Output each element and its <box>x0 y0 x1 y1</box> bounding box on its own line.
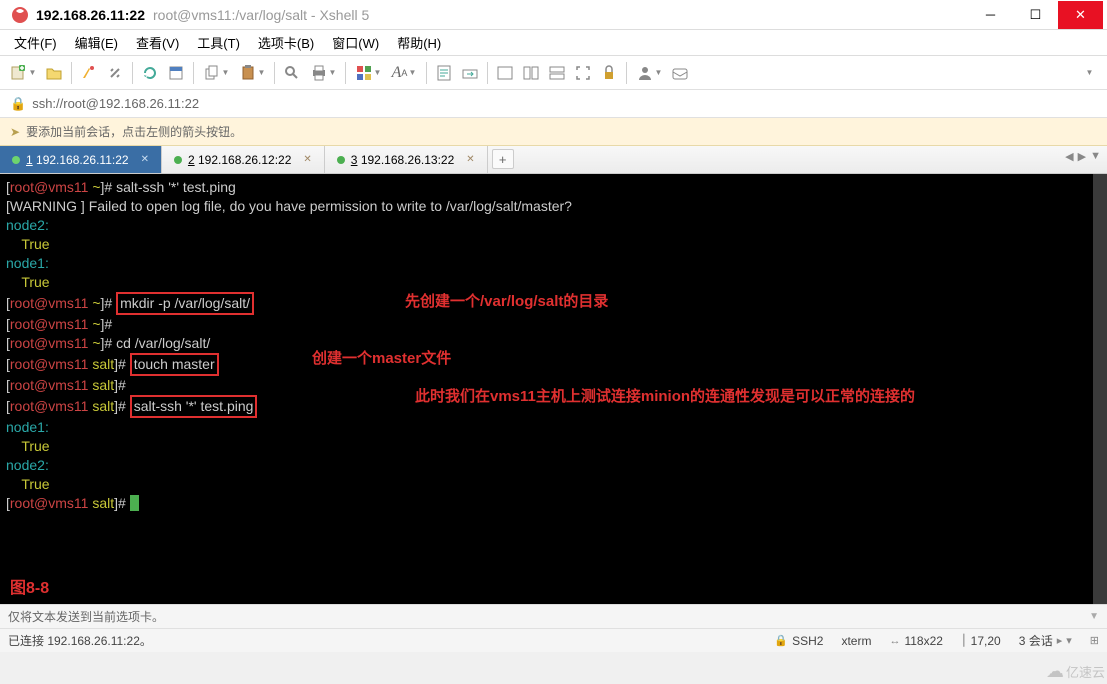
fullscreen-button[interactable] <box>571 61 595 85</box>
properties-button[interactable] <box>164 61 188 85</box>
open-button[interactable] <box>42 61 66 85</box>
status-sessions: 3 会话 ▸▾ <box>1019 632 1072 649</box>
window-controls: ─ ☐ ✕ <box>968 1 1103 29</box>
menu-view[interactable]: 查看(V) <box>128 31 187 54</box>
font-button[interactable]: AA▼ <box>387 61 421 85</box>
address-url[interactable]: ssh://root@192.168.26.11:22 <box>32 96 199 111</box>
user-button[interactable]: ▼ <box>632 61 666 85</box>
menu-tools[interactable]: 工具(T) <box>189 31 248 54</box>
menu-help[interactable]: 帮助(H) <box>389 31 449 54</box>
cursor-icon: ⎮ <box>961 634 967 647</box>
copy-button[interactable]: ▼ <box>199 61 233 85</box>
lock-button[interactable] <box>597 61 621 85</box>
new-session-button[interactable]: ▼ <box>6 61 40 85</box>
close-button[interactable]: ✕ <box>1058 1 1103 29</box>
status-cursor: ⎮17,20 <box>961 634 1001 648</box>
menu-tabs[interactable]: 选项卡(B) <box>250 31 322 54</box>
menu-window[interactable]: 窗口(W) <box>324 31 387 54</box>
annotation-1: 先创建一个/var/log/salt的目录 <box>405 292 608 311</box>
figure-label: 图8-8 <box>10 579 49 598</box>
arrow-right-icon[interactable]: ➤ <box>10 125 20 139</box>
transfer-button[interactable] <box>458 61 482 85</box>
send-target-label: 仅将文本发送到当前选项卡。 <box>8 608 164 625</box>
toolbar-overflow[interactable]: ▼ <box>1077 61 1101 85</box>
menu-edit[interactable]: 编辑(E) <box>67 31 126 54</box>
maximize-button[interactable]: ☐ <box>1013 1 1058 29</box>
new-tab-button[interactable]: + <box>492 149 514 169</box>
status-protocol: 🔒SSH2 <box>774 634 823 648</box>
cursor <box>130 495 139 511</box>
tab-session-1[interactable]: 1 192.168.26.11:22 ✕ <box>0 146 162 173</box>
close-icon[interactable]: ✕ <box>466 154 474 165</box>
menu-file[interactable]: 文件(F) <box>6 31 65 54</box>
connect-button[interactable] <box>77 61 101 85</box>
status-dot-icon <box>12 156 20 164</box>
window-title-ip: 192.168.26.11:22 <box>36 7 145 23</box>
status-bar: 已连接 192.168.26.11:22。 🔒SSH2 xterm ↔118x2… <box>0 628 1107 652</box>
status-size: ↔118x22 <box>889 634 942 648</box>
disconnect-button[interactable] <box>103 61 127 85</box>
color-button[interactable]: ▼ <box>351 61 385 85</box>
address-bar: 🔒 ssh://root@192.168.26.11:22 <box>0 90 1107 118</box>
tab-next-icon[interactable]: ▶ <box>1078 150 1086 163</box>
connection-status: 已连接 192.168.26.11:22。 <box>8 632 152 649</box>
tab-nav: ◀ ▶ ▼ <box>1065 150 1101 163</box>
close-icon[interactable]: ✕ <box>141 154 149 165</box>
script-button[interactable] <box>432 61 456 85</box>
cloud-icon: ☁ <box>1046 661 1064 682</box>
paste-button[interactable]: ▼ <box>235 61 269 85</box>
layout3-button[interactable] <box>545 61 569 85</box>
resize-icon: ↔ <box>889 635 900 647</box>
tab-session-3[interactable]: 3 192.168.26.13:22 ✕ <box>325 146 488 173</box>
send-target-bar[interactable]: 仅将文本发送到当前选项卡。 ▼ <box>0 604 1107 628</box>
annotation-2: 创建一个master文件 <box>312 349 451 368</box>
session-tabs: 1 192.168.26.11:22 ✕ 2 192.168.26.12:22 … <box>0 146 1107 174</box>
annotation-3: 此时我们在vms11主机上测试连接minion的连通性发现是可以正常的连接的 <box>415 387 915 406</box>
tab-prev-icon[interactable]: ◀ <box>1065 150 1073 163</box>
toolbar: ▼ ▼ ▼ ▼ ▼ AA▼ ▼ ▼ <box>0 56 1107 90</box>
lock-icon: 🔒 <box>774 634 788 647</box>
status-cap: ⊞ <box>1090 634 1099 647</box>
hint-text: 要添加当前会话，点击左侧的箭头按钮。 <box>26 123 242 140</box>
status-termtype: xterm <box>841 634 871 648</box>
title-bar: 192.168.26.11:22 root@vms11:/var/log/sal… <box>0 0 1107 30</box>
tab-session-2[interactable]: 2 192.168.26.12:22 ✕ <box>162 146 325 173</box>
hint-bar: ➤ 要添加当前会话，点击左侧的箭头按钮。 <box>0 118 1107 146</box>
terminal[interactable]: [root@vms11 ~]# salt-ssh '*' test.ping [… <box>0 174 1107 604</box>
chevron-icon: ▸ <box>1057 634 1063 647</box>
close-icon[interactable]: ✕ <box>303 154 311 165</box>
layout1-button[interactable] <box>493 61 517 85</box>
menu-bar: 文件(F) 编辑(E) 查看(V) 工具(T) 选项卡(B) 窗口(W) 帮助(… <box>0 30 1107 56</box>
terminal-scrollbar[interactable]: ▲ <box>1093 174 1107 604</box>
print-button[interactable]: ▼ <box>306 61 340 85</box>
layout2-button[interactable] <box>519 61 543 85</box>
reconnect-button[interactable] <box>138 61 162 85</box>
status-dot-icon <box>337 156 345 164</box>
chevron-down-icon[interactable]: ▼ <box>1089 611 1099 622</box>
status-dot-icon <box>174 156 182 164</box>
search-button[interactable] <box>280 61 304 85</box>
help-button[interactable] <box>668 61 692 85</box>
window-title-path: root@vms11:/var/log/salt - Xshell 5 <box>153 7 369 23</box>
watermark: ☁亿速云 <box>1046 661 1105 682</box>
app-icon <box>10 5 30 25</box>
minimize-button[interactable]: ─ <box>968 1 1013 29</box>
tab-menu-icon[interactable]: ▼ <box>1090 150 1101 163</box>
lock-icon: 🔒 <box>10 96 26 112</box>
